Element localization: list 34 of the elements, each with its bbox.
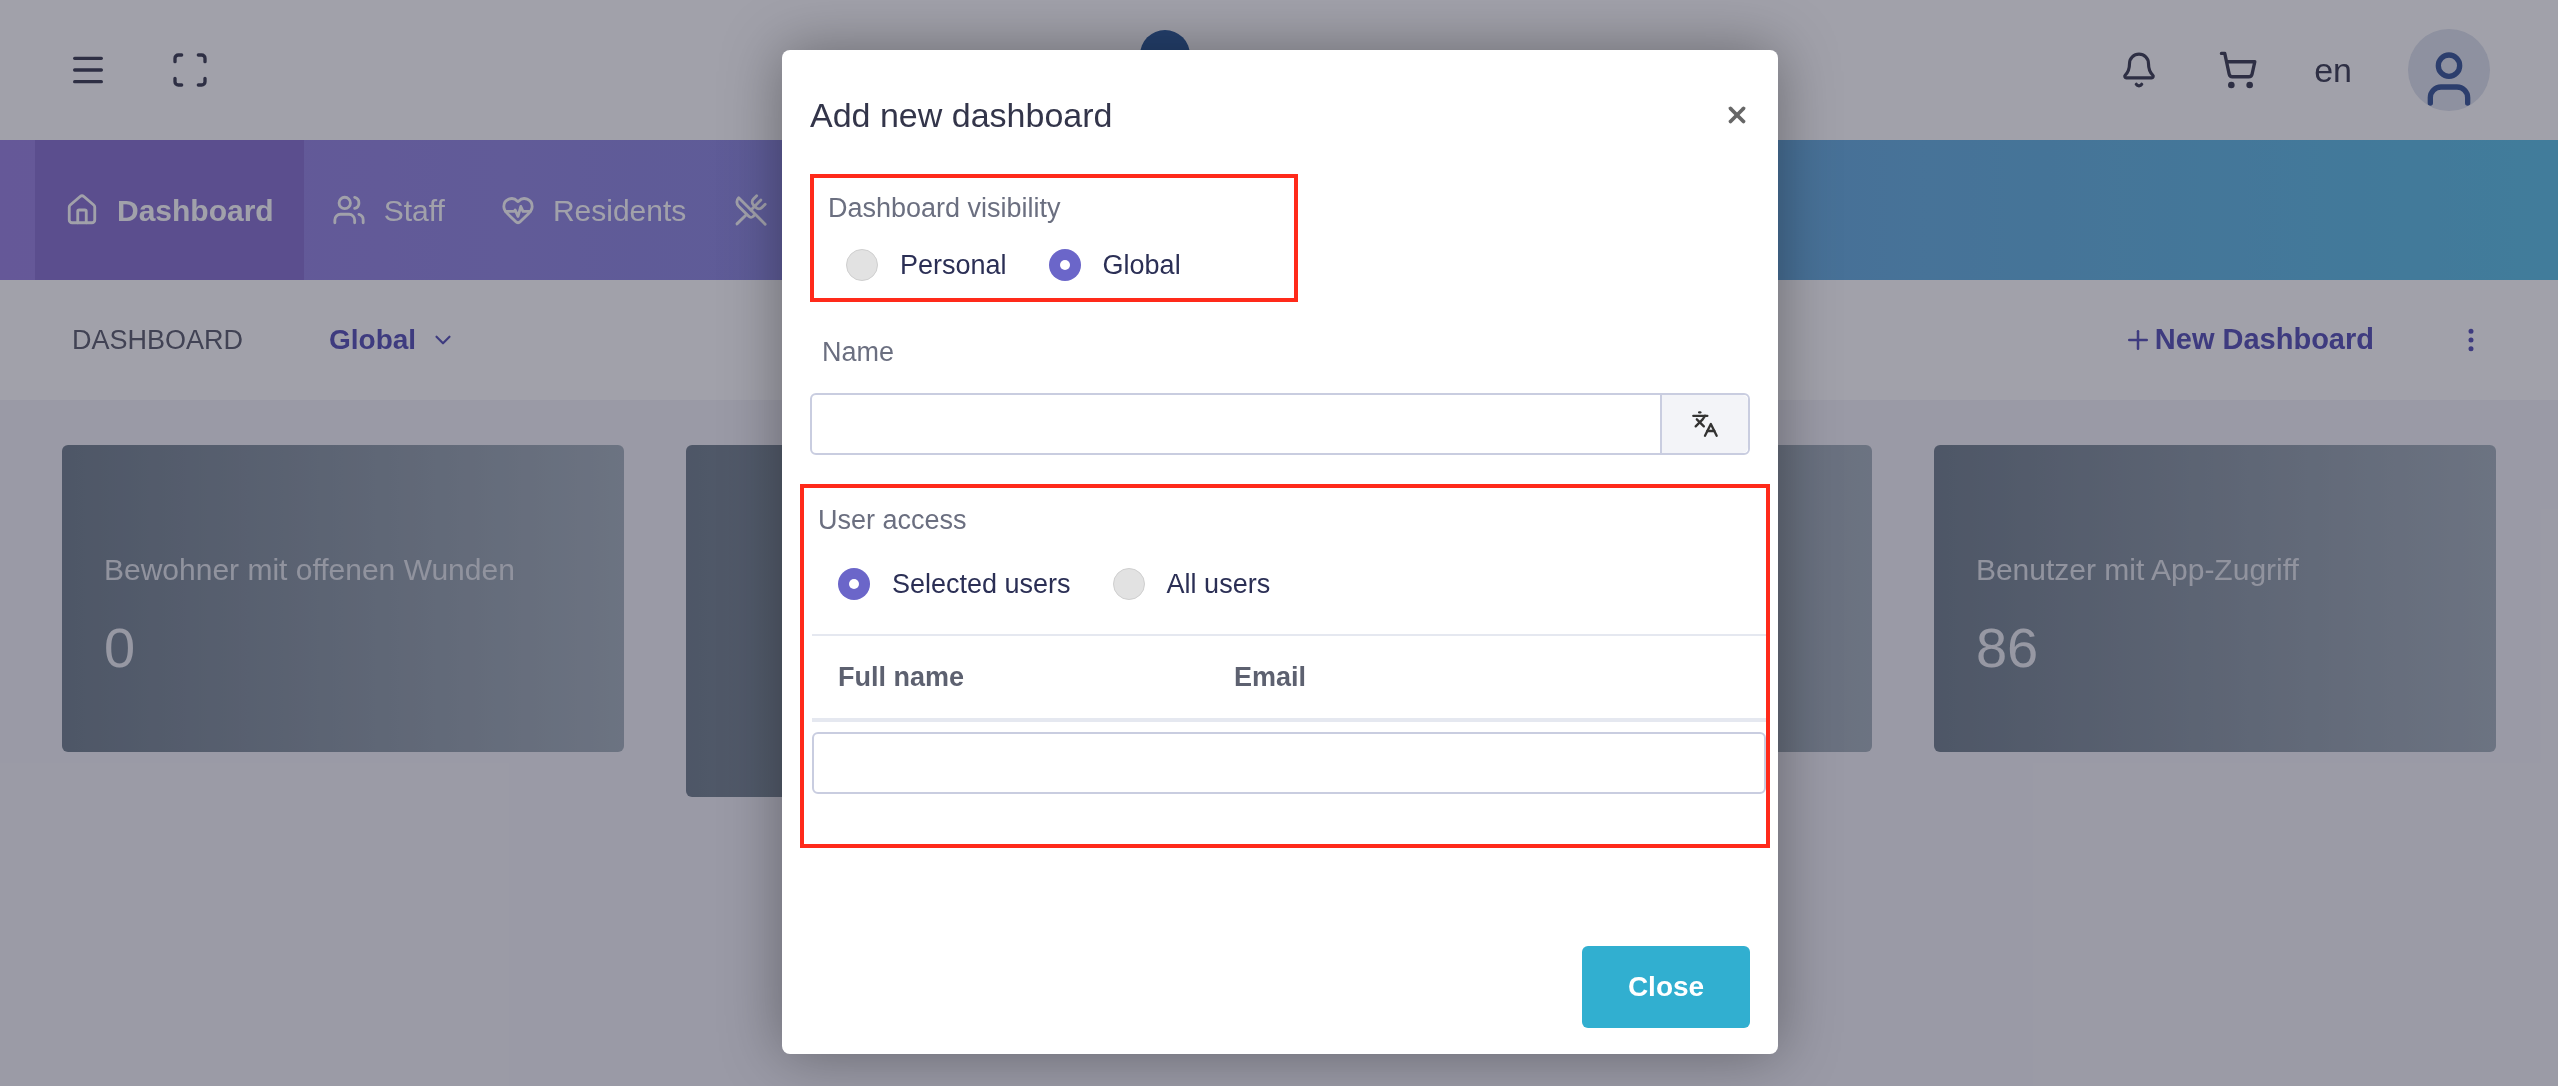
nav-tab[interactable]: Staff [303, 140, 473, 280]
radio-button[interactable] [838, 568, 870, 600]
nav-tab[interactable]: Dashboard [35, 140, 304, 280]
house-icon [65, 193, 99, 227]
field-label: Name [822, 336, 896, 369]
nav-tab[interactable]: Residents [472, 140, 715, 280]
radio-label: All users [1166, 567, 1271, 601]
scope-dropdown[interactable]: Global [329, 319, 457, 361]
people-icon [331, 193, 366, 227]
field-label: Dashboard visibility [828, 192, 1062, 225]
radio-label: Selected users [892, 567, 1071, 601]
translate-button[interactable] [1660, 394, 1748, 453]
column-header: Email [1233, 660, 1308, 694]
dialog-title: Add new dashboard [810, 94, 1113, 136]
card-value: 0 [104, 615, 137, 681]
search-input[interactable] [812, 732, 1766, 794]
close-button[interactable]: Close [1582, 946, 1750, 1028]
page-title: DASHBOARD [72, 323, 244, 357]
radio-button[interactable] [846, 248, 878, 281]
column-header: Full name [837, 660, 966, 694]
card-value: 86 [1975, 615, 2040, 681]
translate-icon [1691, 409, 1719, 438]
cutlery-icon[interactable] [734, 193, 769, 227]
card-title: Benutzer mit App-Zugriff [1975, 552, 2300, 588]
radio-button[interactable] [1048, 248, 1081, 281]
language-selector[interactable]: en [2314, 44, 2352, 96]
radio-label: Global [1102, 248, 1181, 282]
cart-icon[interactable] [2218, 50, 2259, 90]
new-dashboard-button[interactable]: New Dashboard [2122, 318, 2374, 362]
fullscreen-icon[interactable] [170, 50, 210, 90]
name-input[interactable] [810, 392, 1750, 455]
radio-button[interactable] [1112, 568, 1145, 600]
radio-label: Personal [900, 248, 1007, 282]
field-label: User access [818, 503, 968, 537]
